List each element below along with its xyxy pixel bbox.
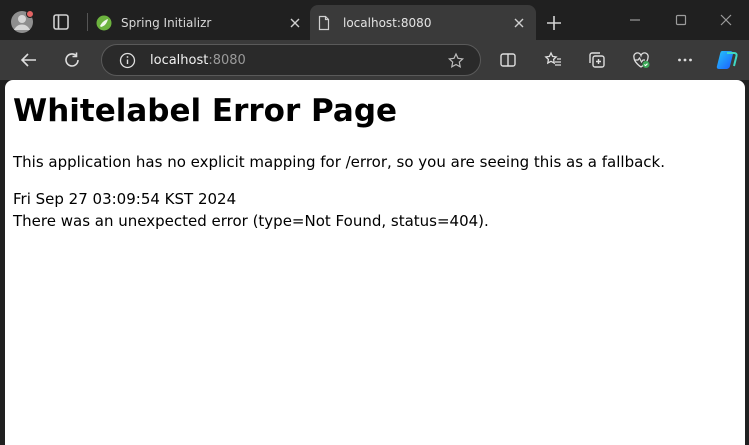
tab-localhost[interactable]: localhost:8080 bbox=[310, 5, 536, 40]
url-port: :8080 bbox=[208, 53, 246, 68]
back-arrow-icon[interactable] bbox=[20, 51, 38, 69]
browser-essentials-icon[interactable] bbox=[632, 51, 650, 69]
copilot-icon[interactable] bbox=[715, 49, 739, 71]
reload-icon[interactable] bbox=[63, 51, 81, 69]
tab-strip: Spring Initializr localhost:8080 bbox=[0, 0, 749, 40]
address-bar[interactable]: localhost:8080 bbox=[101, 44, 481, 76]
new-tab-icon[interactable] bbox=[545, 14, 563, 32]
url-text: localhost:8080 bbox=[150, 52, 246, 69]
spring-icon bbox=[96, 15, 112, 31]
close-tab-icon[interactable] bbox=[288, 16, 302, 30]
add-favorite-star-icon[interactable] bbox=[447, 52, 465, 70]
tab-title: Spring Initializr bbox=[121, 16, 212, 30]
page-viewport: Whitelabel Error Page This application h… bbox=[5, 80, 745, 445]
close-window-icon[interactable] bbox=[719, 12, 733, 26]
site-info-icon[interactable] bbox=[119, 52, 136, 69]
tab-title: localhost:8080 bbox=[343, 16, 432, 30]
tab-actions-icon[interactable] bbox=[50, 12, 72, 32]
error-description: This application has no explicit mapping… bbox=[13, 153, 665, 171]
more-options-icon[interactable] bbox=[676, 51, 694, 69]
favorites-icon[interactable] bbox=[544, 51, 562, 69]
page-icon bbox=[316, 15, 332, 31]
collections-icon[interactable] bbox=[588, 51, 606, 69]
page-heading: Whitelabel Error Page bbox=[13, 93, 398, 129]
url-host: localhost bbox=[150, 53, 209, 68]
error-timestamp: Fri Sep 27 03:09:54 KST 2024 bbox=[13, 190, 237, 208]
profile-avatar-icon[interactable] bbox=[10, 10, 34, 34]
maximize-icon[interactable] bbox=[674, 12, 688, 26]
tab-spring-initializr[interactable]: Spring Initializr bbox=[90, 5, 312, 40]
tab-divider bbox=[87, 13, 88, 31]
close-tab-icon[interactable] bbox=[512, 16, 526, 30]
error-details: There was an unexpected error (type=Not … bbox=[13, 212, 489, 230]
split-screen-icon[interactable] bbox=[499, 51, 517, 69]
minimize-icon[interactable] bbox=[628, 12, 642, 26]
